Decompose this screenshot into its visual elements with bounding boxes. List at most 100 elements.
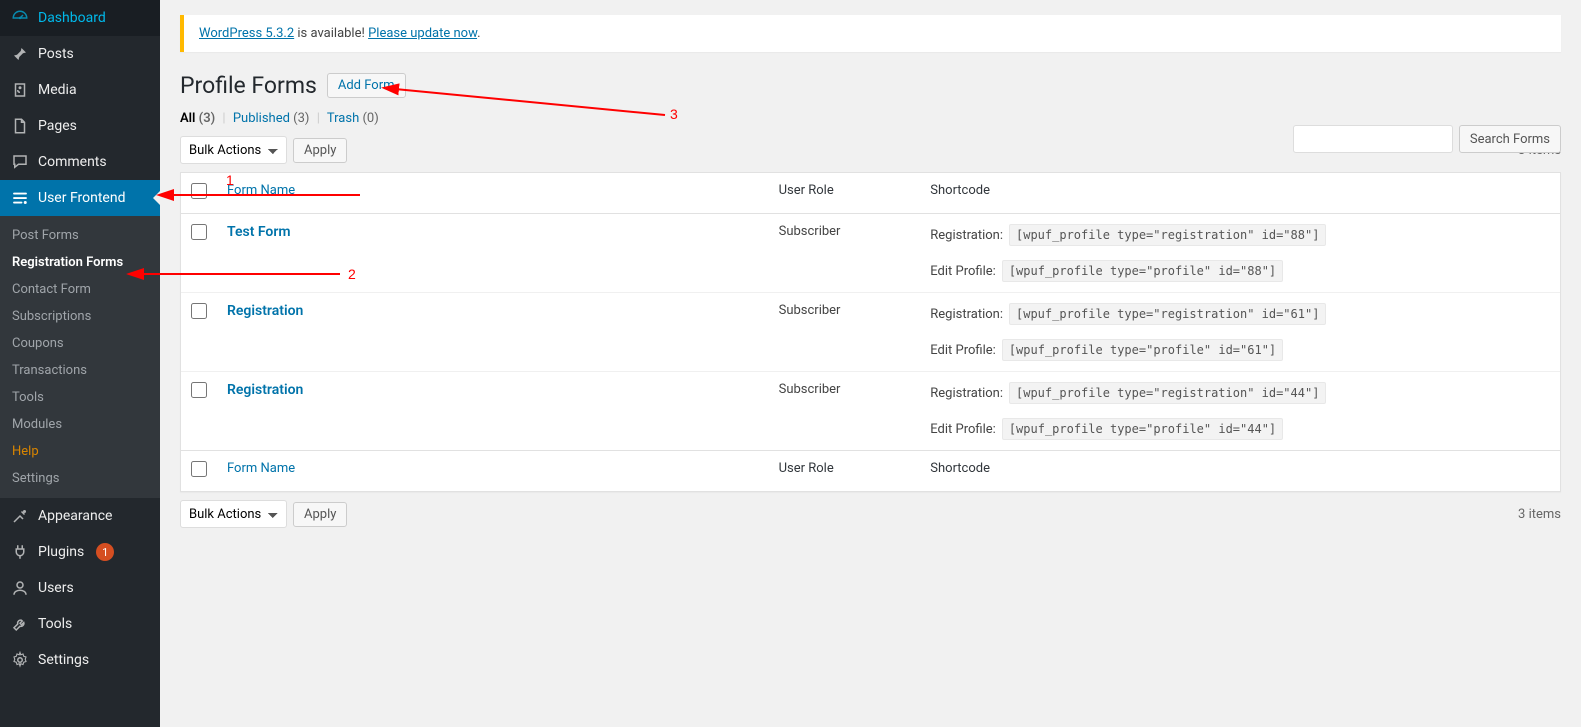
sidebar-item-users[interactable]: Users bbox=[0, 570, 160, 606]
wpuf-icon bbox=[10, 188, 30, 208]
pin-icon bbox=[10, 44, 30, 64]
sidebar-item-label: User Frontend bbox=[38, 190, 125, 206]
search-input[interactable] bbox=[1293, 125, 1453, 153]
appearance-icon bbox=[10, 506, 30, 526]
sidebar-item-plugins[interactable]: Plugins1 bbox=[0, 534, 160, 570]
settings-icon bbox=[10, 650, 30, 670]
sidebar-item-label: Users bbox=[38, 580, 74, 596]
bulk-apply-button[interactable]: Apply bbox=[293, 138, 347, 163]
row-checkbox[interactable] bbox=[191, 224, 207, 240]
tablenav-bottom: Bulk Actions Apply 3 items bbox=[180, 500, 1561, 528]
sidebar-item-appearance[interactable]: Appearance bbox=[0, 498, 160, 534]
bulk-actions-select-bottom[interactable]: Bulk Actions bbox=[180, 500, 287, 528]
sidebar-item-posts[interactable]: Posts bbox=[0, 36, 160, 72]
registration-label: Registration: bbox=[930, 307, 1003, 322]
col-footer-role: User Role bbox=[769, 450, 921, 491]
form-name-link[interactable]: Registration bbox=[227, 303, 303, 319]
submenu-item-registration-forms[interactable]: Registration Forms bbox=[0, 249, 160, 276]
notice-text: is available! bbox=[294, 26, 368, 41]
page-header: Profile Forms Add Form bbox=[180, 72, 1561, 99]
registration-label: Registration: bbox=[930, 386, 1003, 401]
form-name-link[interactable]: Test Form bbox=[227, 224, 291, 240]
registration-label: Registration: bbox=[930, 228, 1003, 243]
form-name-link[interactable]: Registration bbox=[227, 382, 303, 398]
sidebar-item-label: Dashboard bbox=[38, 10, 106, 26]
submenu-item-subscriptions[interactable]: Subscriptions bbox=[0, 303, 160, 330]
sidebar-item-label: Settings bbox=[38, 652, 89, 668]
submenu-item-contact-form[interactable]: Contact Form bbox=[0, 276, 160, 303]
sidebar-item-label: Plugins bbox=[38, 544, 84, 560]
submenu-item-coupons[interactable]: Coupons bbox=[0, 330, 160, 357]
sidebar-submenu: Post FormsRegistration FormsContact Form… bbox=[0, 216, 160, 498]
row-checkbox[interactable] bbox=[191, 382, 207, 398]
shortcode-cell: Registration: [wpuf_profile type="regist… bbox=[920, 293, 1560, 372]
edit-profile-label: Edit Profile: bbox=[930, 422, 996, 437]
page-icon bbox=[10, 116, 30, 136]
media-icon bbox=[10, 80, 30, 100]
version-link[interactable]: WordPress 5.3.2 bbox=[199, 26, 294, 41]
users-icon bbox=[10, 578, 30, 598]
col-header-shortcode: Shortcode bbox=[920, 173, 1560, 214]
status-filters: All (3) | Published (3) | Trash (0) bbox=[180, 111, 1561, 126]
row-checkbox[interactable] bbox=[191, 303, 207, 319]
table-row: RegistrationSubscriberRegistration: [wpu… bbox=[181, 372, 1560, 450]
filter-all[interactable]: All (3) bbox=[180, 111, 215, 126]
filter-trash[interactable]: Trash (0) bbox=[327, 111, 379, 126]
select-all-checkbox[interactable] bbox=[191, 183, 207, 199]
shortcode-cell: Registration: [wpuf_profile type="regist… bbox=[920, 372, 1560, 450]
sidebar-item-dashboard[interactable]: Dashboard bbox=[0, 0, 160, 36]
table-row: Test FormSubscriberRegistration: [wpuf_p… bbox=[181, 214, 1560, 293]
sidebar-item-settings[interactable]: Settings bbox=[0, 642, 160, 678]
dashboard-icon bbox=[10, 8, 30, 28]
registration-shortcode[interactable]: [wpuf_profile type="registration" id="61… bbox=[1009, 303, 1326, 325]
submenu-item-transactions[interactable]: Transactions bbox=[0, 357, 160, 384]
col-footer-name[interactable]: Form Name bbox=[227, 461, 295, 476]
sidebar-item-label: Appearance bbox=[38, 508, 112, 524]
user-role-cell: Subscriber bbox=[769, 214, 921, 293]
submenu-item-modules[interactable]: Modules bbox=[0, 411, 160, 438]
user-role-cell: Subscriber bbox=[769, 293, 921, 372]
sidebar-item-label: Pages bbox=[38, 118, 77, 134]
update-now-link[interactable]: Please update now bbox=[368, 26, 477, 41]
main-content: WordPress 5.3.2 is available! Please upd… bbox=[160, 0, 1581, 727]
submenu-item-settings[interactable]: Settings bbox=[0, 465, 160, 492]
col-footer-shortcode: Shortcode bbox=[920, 450, 1560, 491]
submenu-item-help[interactable]: Help bbox=[0, 438, 160, 465]
add-form-button[interactable]: Add Form bbox=[327, 73, 406, 98]
edit-shortcode[interactable]: [wpuf_profile type="profile" id="88"] bbox=[1002, 260, 1283, 282]
registration-shortcode[interactable]: [wpuf_profile type="registration" id="88… bbox=[1009, 224, 1326, 246]
col-header-role: User Role bbox=[769, 173, 921, 214]
filter-published[interactable]: Published (3) bbox=[233, 111, 310, 126]
update-notice: WordPress 5.3.2 is available! Please upd… bbox=[180, 15, 1561, 52]
admin-sidebar: Dashboard Posts Media Pages Comments User Fro… bbox=[0, 0, 160, 727]
registration-shortcode[interactable]: [wpuf_profile type="registration" id="44… bbox=[1009, 382, 1326, 404]
submenu-item-tools[interactable]: Tools bbox=[0, 384, 160, 411]
comment-icon bbox=[10, 152, 30, 172]
edit-profile-label: Edit Profile: bbox=[930, 343, 996, 358]
search-box: Search Forms bbox=[1293, 125, 1561, 153]
bulk-actions-select[interactable]: Bulk Actions bbox=[180, 136, 287, 164]
sidebar-item-comments[interactable]: Comments bbox=[0, 144, 160, 180]
user-role-cell: Subscriber bbox=[769, 372, 921, 450]
sidebar-item-label: Posts bbox=[38, 46, 74, 62]
sidebar-item-label: Tools bbox=[38, 616, 72, 632]
edit-profile-label: Edit Profile: bbox=[930, 264, 996, 279]
edit-shortcode[interactable]: [wpuf_profile type="profile" id="44"] bbox=[1002, 418, 1283, 440]
sidebar-item-tools[interactable]: Tools bbox=[0, 606, 160, 642]
search-button[interactable]: Search Forms bbox=[1459, 125, 1561, 153]
sidebar-item-user-frontend[interactable]: User Frontend bbox=[0, 180, 160, 216]
bulk-apply-button-bottom[interactable]: Apply bbox=[293, 502, 347, 527]
tools-icon bbox=[10, 614, 30, 634]
plugin-icon bbox=[10, 542, 30, 562]
col-header-name[interactable]: Form Name bbox=[227, 183, 295, 198]
table-row: RegistrationSubscriberRegistration: [wpu… bbox=[181, 293, 1560, 372]
sidebar-item-media[interactable]: Media bbox=[0, 72, 160, 108]
item-count-bottom: 3 items bbox=[1518, 507, 1561, 522]
edit-shortcode[interactable]: [wpuf_profile type="profile" id="61"] bbox=[1002, 339, 1283, 361]
forms-table: Form Name User Role Shortcode Test Form S… bbox=[180, 172, 1561, 492]
sidebar-item-pages[interactable]: Pages bbox=[0, 108, 160, 144]
submenu-item-post-forms[interactable]: Post Forms bbox=[0, 222, 160, 249]
shortcode-cell: Registration: [wpuf_profile type="regist… bbox=[920, 214, 1560, 293]
sidebar-item-label: Comments bbox=[38, 154, 107, 170]
select-all-checkbox-bottom[interactable] bbox=[191, 461, 207, 477]
